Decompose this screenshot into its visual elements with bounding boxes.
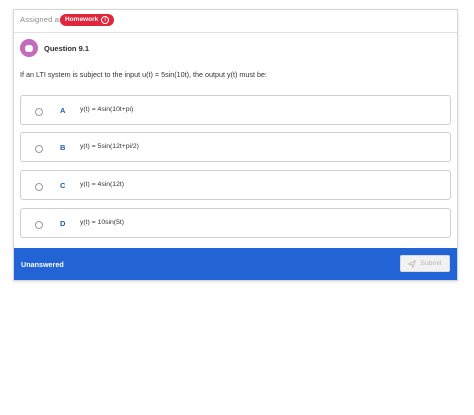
option-a[interactable]: A y(t) = 4sin(10t+pi) [20, 95, 451, 125]
option-text: y(t) = 4sin(10t+pi) [80, 106, 134, 113]
send-icon [408, 259, 417, 268]
submit-label: Submit [420, 260, 442, 267]
question-title: Question 9.1 [44, 43, 90, 53]
option-letter: C [60, 181, 66, 190]
option-letter: D [60, 219, 66, 228]
option-b[interactable]: B y(t) = 5sin(12t+pi/2) [20, 132, 451, 162]
radio-button[interactable] [35, 183, 43, 191]
option-text: y(t) = 4sin(12t) [80, 181, 125, 188]
radio-button[interactable] [35, 221, 43, 229]
option-letter: A [60, 106, 66, 115]
answer-status: Unanswered [21, 260, 64, 269]
question-header: Question 9.1 [20, 39, 89, 57]
homework-badge[interactable]: Homework i [60, 14, 115, 26]
answer-footer: Unanswered Submit [14, 248, 457, 280]
assigned-row: Assigned as Homework i [14, 10, 457, 33]
radio-button[interactable] [35, 145, 43, 153]
option-letter: B [60, 143, 66, 152]
submit-button[interactable]: Submit [400, 255, 450, 272]
option-text: y(t) = 5sin(12t+pi/2) [80, 143, 139, 150]
info-icon[interactable]: i [101, 16, 110, 24]
radio-button[interactable] [35, 108, 43, 116]
option-c[interactable]: C y(t) = 4sin(12t) [20, 170, 451, 200]
option-text: y(t) = 10sin(5t) [80, 219, 125, 226]
question-text: If an LTI system is subject to the input… [20, 70, 267, 79]
badge-label: Homework [65, 16, 99, 23]
question-card: Assigned as Homework i Question 9.1 If a… [13, 9, 458, 281]
assigned-label: Assigned as [20, 15, 64, 24]
question-bubble-icon [20, 39, 38, 57]
option-d[interactable]: D y(t) = 10sin(5t) [20, 208, 451, 238]
